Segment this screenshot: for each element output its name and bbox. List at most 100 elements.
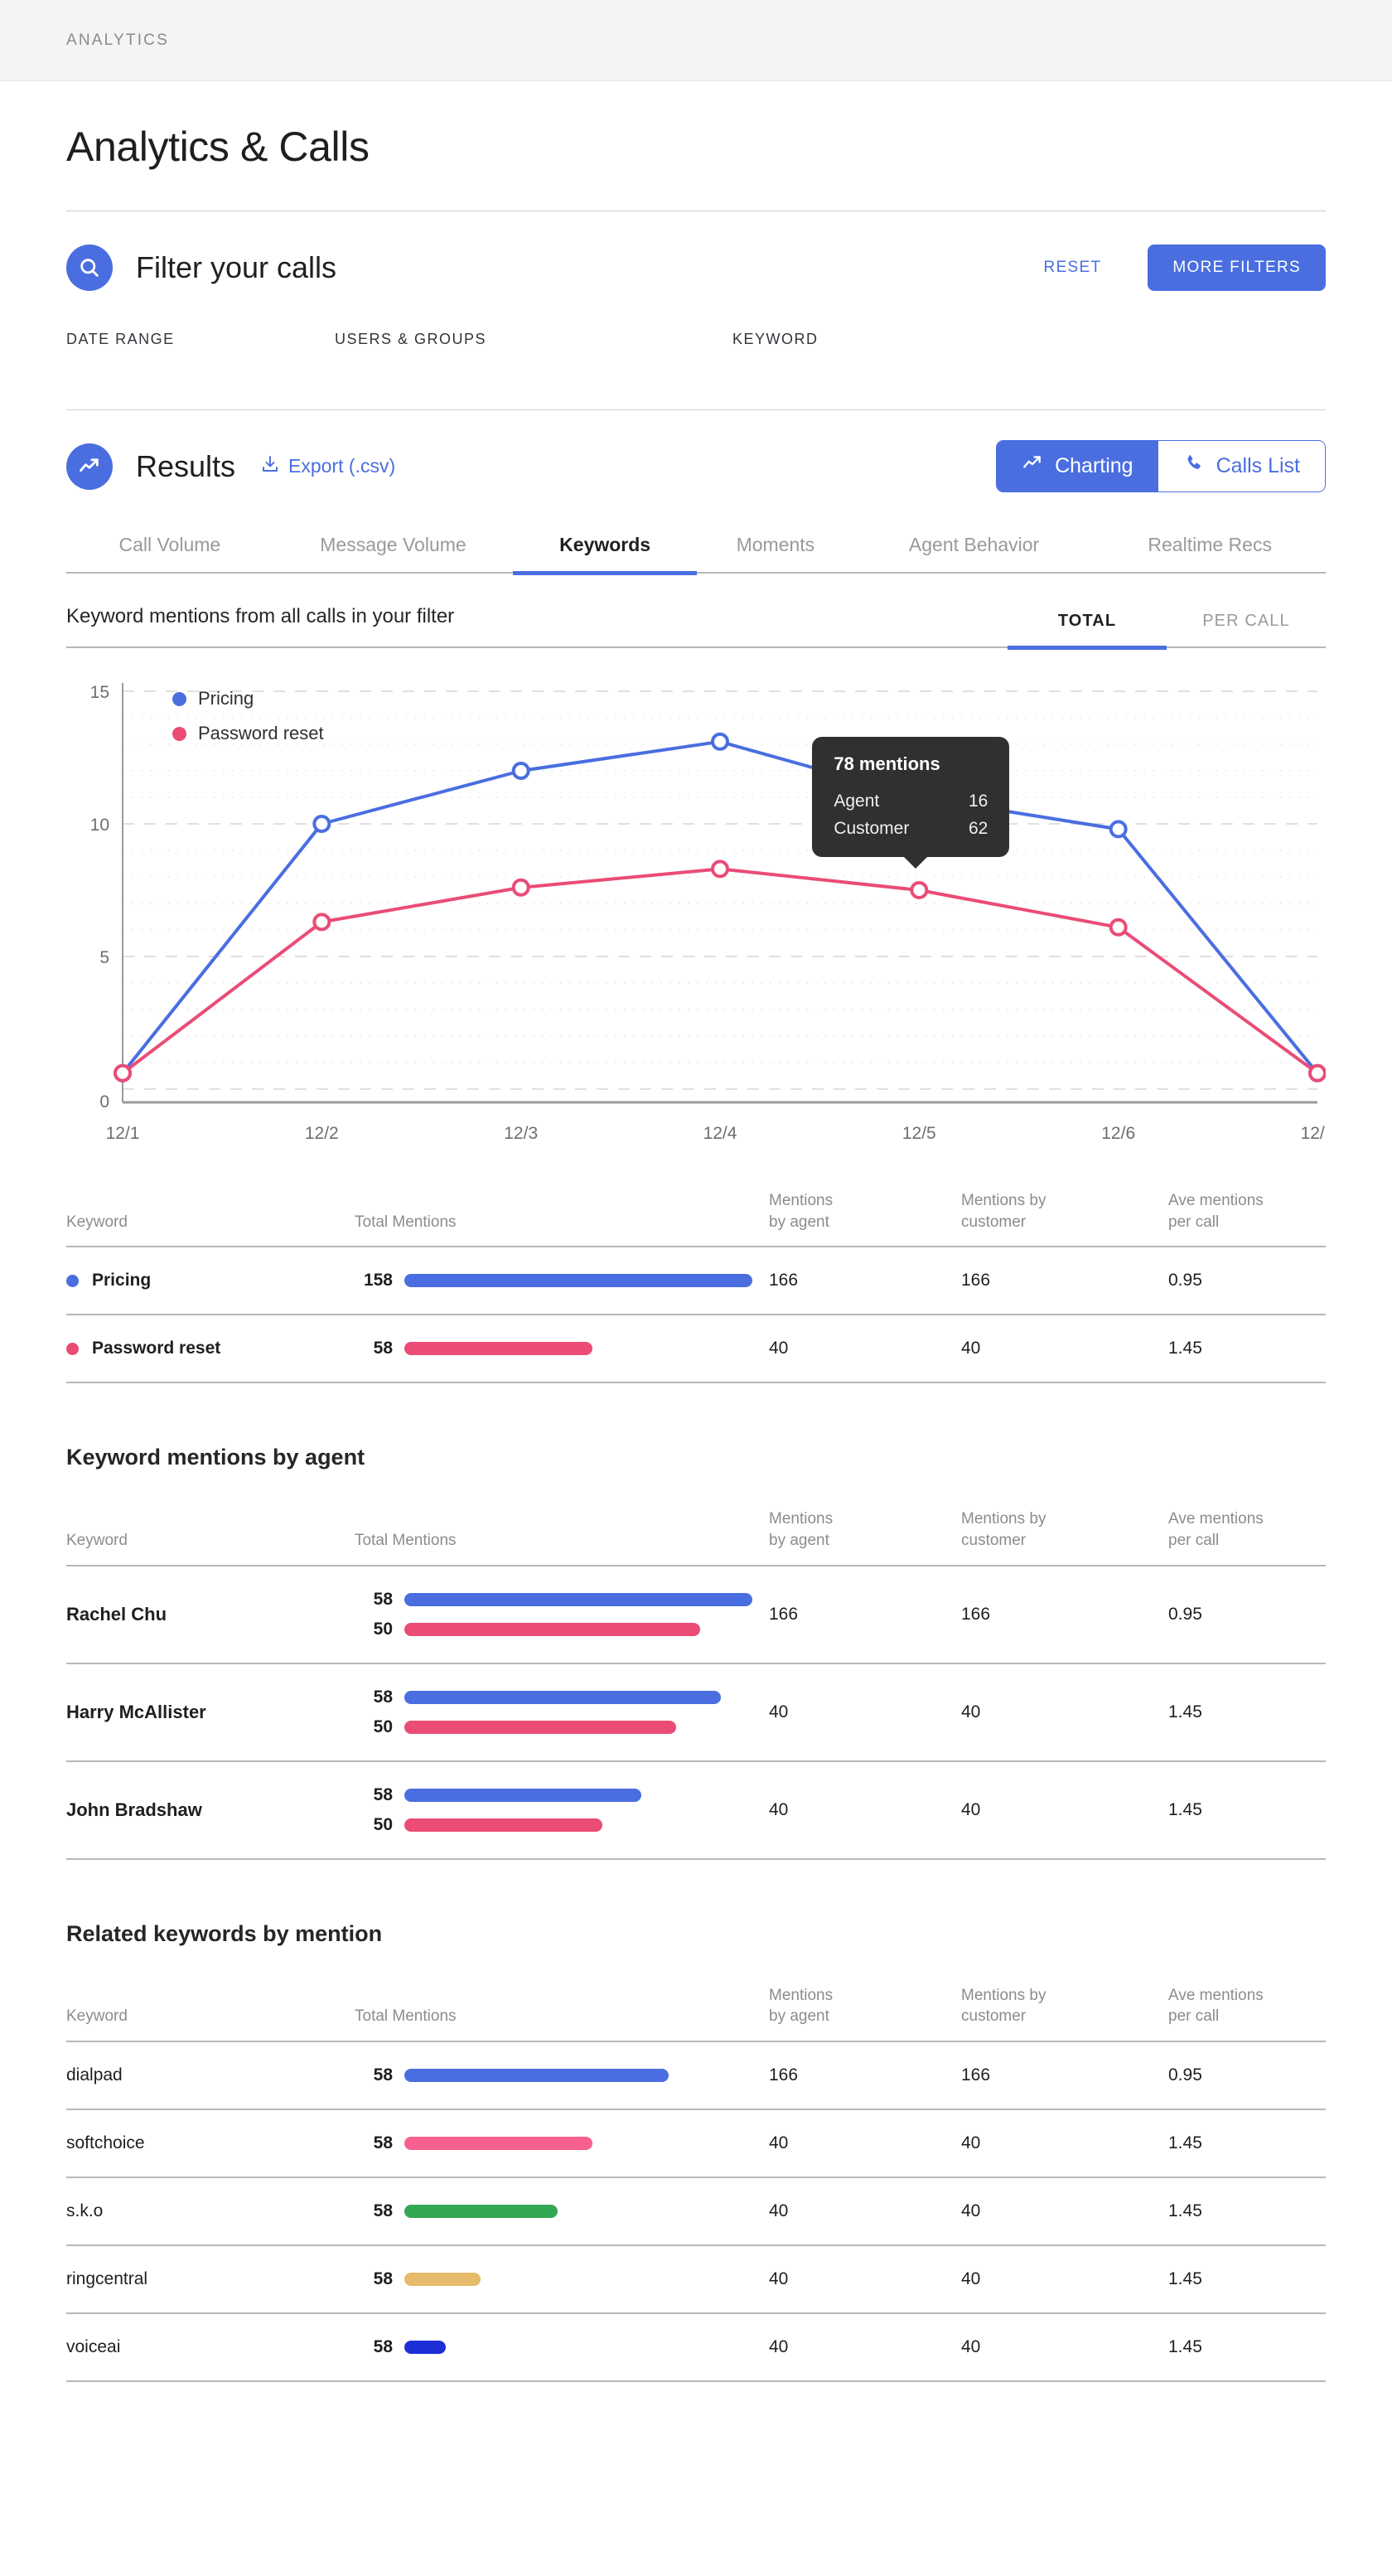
legend-dot xyxy=(172,726,186,741)
col-header-keyword: Keyword xyxy=(66,2007,128,2026)
svg-text:15: 15 xyxy=(90,683,109,702)
tab-message-volume[interactable]: Message Volume xyxy=(273,522,514,575)
cell-mentions-by-agent: 40 xyxy=(769,1663,961,1762)
filter-field-users-groups-label: USERS & GROUPS xyxy=(335,331,487,347)
bar-fill xyxy=(404,1720,676,1734)
legend-label: Pricing xyxy=(198,688,254,709)
bar-row: 58 xyxy=(355,1785,769,1805)
bar-row: 50 xyxy=(355,1620,769,1639)
tooltip-row-value: 62 xyxy=(968,819,988,838)
tab-agent-behavior[interactable]: Agent Behavior xyxy=(854,522,1095,575)
cell-mentions-by-customer: 40 xyxy=(961,2109,1168,2178)
trending-up-icon xyxy=(1022,453,1043,480)
scale-toggle-total[interactable]: TOTAL xyxy=(1008,612,1167,650)
view-toggle-group: Charting Calls List xyxy=(996,440,1326,492)
svg-text:12/6: 12/6 xyxy=(1101,1124,1135,1140)
keyword-label: ringcentral xyxy=(66,2269,148,2288)
bar-value: 50 xyxy=(373,1717,393,1736)
bar-fill xyxy=(404,1788,641,1802)
more-filters-button[interactable]: MORE FILTERS xyxy=(1148,245,1326,291)
agent-name: Rachel Chu xyxy=(66,1603,167,1625)
legend-dot xyxy=(172,691,186,706)
svg-text:10: 10 xyxy=(90,816,109,835)
table-row[interactable]: dialpad 58 166 166 0.95 xyxy=(66,2041,1326,2110)
keyword-label: s.k.o xyxy=(66,2201,104,2220)
table-row[interactable]: voiceai 58 40 40 1.45 xyxy=(66,2312,1326,2382)
bar-value: 58 xyxy=(373,1589,393,1609)
bar-fill xyxy=(404,1690,722,1704)
table-row[interactable]: John Bradshaw 58 50 40 40 1.45 xyxy=(66,1760,1326,1860)
cell-mentions-by-agent: 166 xyxy=(769,1565,961,1664)
cell-mentions-by-customer: 40 xyxy=(961,1663,1168,1762)
bar-row: 58 xyxy=(355,2201,769,2221)
filter-field-date-range[interactable]: DATE RANGE xyxy=(66,331,335,348)
tab-realtime-recs[interactable]: Realtime Recs xyxy=(1094,522,1326,575)
chart-x-tick-labels: 12/1 12/2 12/3 12/4 12/5 12/6 12/7 xyxy=(106,1124,1326,1140)
table-row[interactable]: Rachel Chu 58 50 166 166 0.95 xyxy=(66,1565,1326,1664)
reset-button[interactable]: RESET xyxy=(1031,250,1115,285)
tooltip-row-label: Customer xyxy=(834,819,910,838)
bar-fill xyxy=(404,2068,669,2082)
table-row[interactable]: s.k.o 58 40 40 1.45 xyxy=(66,2177,1326,2246)
download-icon xyxy=(260,454,280,479)
bar-fill xyxy=(404,2136,592,2150)
bar-row: 58 xyxy=(355,1687,769,1707)
col-header-keyword: Keyword xyxy=(66,1213,128,1231)
breadcrumb: ANALYTICS xyxy=(66,31,169,49)
cell-mentions-by-agent: 40 xyxy=(769,2312,961,2382)
bar-fill xyxy=(404,2204,558,2218)
bar-value: 58 xyxy=(373,2065,393,2085)
cell-mentions-by-customer: 40 xyxy=(961,2312,1168,2382)
cell-mentions-by-customer: 40 xyxy=(961,1760,1168,1860)
bar-value: 58 xyxy=(373,2133,393,2152)
bar-fill xyxy=(404,1274,752,1288)
col-header-mentions-by-agent: Mentions by agent xyxy=(769,1510,834,1549)
legend-item-pricing[interactable]: Pricing xyxy=(172,688,324,709)
keyword-color-dot xyxy=(66,1342,79,1355)
table-row[interactable]: Pricing 158 166 166 0.95 xyxy=(66,1247,1326,1316)
export-csv-link[interactable]: Export (.csv) xyxy=(260,454,395,479)
bar-value: 58 xyxy=(373,1339,393,1358)
view-toggle-charting-label: Charting xyxy=(1055,454,1133,477)
col-header-mentions-by-agent: Mentions by agent xyxy=(769,1986,834,2026)
tooltip-title: 78 mentions xyxy=(834,753,940,774)
legend-item-password-reset[interactable]: Password reset xyxy=(172,723,324,744)
bar-row: 58 xyxy=(355,2337,769,2357)
view-toggle-calls-list[interactable]: Calls List xyxy=(1158,441,1325,491)
cell-ave-mentions-per-call: 1.45 xyxy=(1168,1663,1326,1762)
cell-ave-mentions-per-call: 0.95 xyxy=(1168,1247,1326,1316)
svg-text:12/2: 12/2 xyxy=(305,1124,339,1140)
col-header-keyword: Keyword xyxy=(66,1531,128,1549)
tab-moments[interactable]: Moments xyxy=(697,522,854,575)
table-row[interactable]: Password reset 58 40 40 1.45 xyxy=(66,1315,1326,1384)
tab-keywords[interactable]: Keywords xyxy=(513,522,697,575)
col-header-total-mentions: Total Mentions xyxy=(355,1531,457,1549)
col-header-mentions-by-customer: Mentions by customer xyxy=(961,1986,1046,2026)
view-toggle-charting[interactable]: Charting xyxy=(997,441,1158,491)
top-app-bar: ANALYTICS xyxy=(0,0,1392,81)
scale-toggle-per-call[interactable]: PER CALL xyxy=(1167,612,1326,650)
agent-section-title: Keyword mentions by agent xyxy=(66,1445,365,1470)
cell-mentions-by-agent: 40 xyxy=(769,2177,961,2246)
keyword-label: dialpad xyxy=(66,2065,123,2085)
cell-mentions-by-agent: 166 xyxy=(769,1247,961,1316)
cell-mentions-by-customer: 40 xyxy=(961,2177,1168,2246)
col-header-ave-mentions-per-call: Ave mentions per call xyxy=(1168,1510,1264,1549)
page-content: Analytics & Calls Filter your calls RESE… xyxy=(0,81,1392,2498)
table-row[interactable]: Harry McAllister 58 50 40 40 1.45 xyxy=(66,1663,1326,1762)
results-title: Results xyxy=(136,448,236,483)
filter-fields: DATE RANGE USERS & GROUPS KEYWORD xyxy=(66,299,1326,409)
tab-call-volume[interactable]: Call Volume xyxy=(66,522,273,575)
filter-field-keyword[interactable]: KEYWORD xyxy=(732,331,819,348)
col-header-mentions-by-customer: Mentions by customer xyxy=(961,1192,1046,1231)
table-row[interactable]: ringcentral 58 40 40 1.45 xyxy=(66,2244,1326,2314)
table-row[interactable]: softchoice 58 40 40 1.45 xyxy=(66,2109,1326,2178)
filter-field-users-groups[interactable]: USERS & GROUPS xyxy=(335,331,732,348)
agent-name: John Bradshaw xyxy=(66,1799,202,1820)
keyword-label: voiceai xyxy=(66,2336,121,2356)
keyword-mentions-by-agent-table: Keyword Total Mentions Mentions by agent … xyxy=(66,1508,1326,1860)
svg-text:5: 5 xyxy=(99,948,109,967)
agent-table-body: Rachel Chu 58 50 166 166 0.95 Harry McAl… xyxy=(66,1565,1326,1860)
chart-tooltip: 78 mentions Agent 16 Customer 62 xyxy=(812,737,1010,869)
cell-mentions-by-customer: 166 xyxy=(961,1565,1168,1664)
